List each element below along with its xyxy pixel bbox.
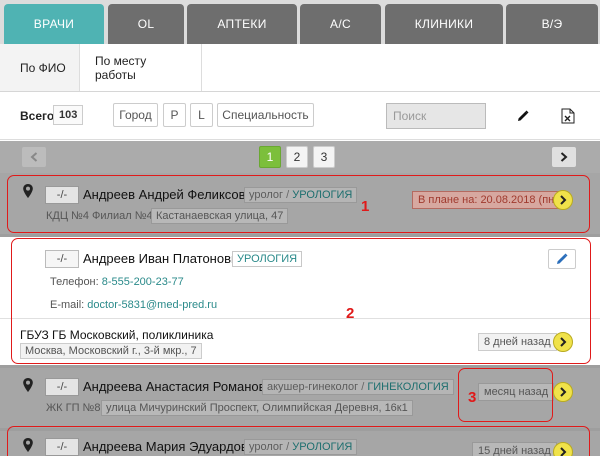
total-label: Всего [20, 109, 55, 123]
search-input[interactable]: Поиск [386, 103, 486, 129]
tab-doctors[interactable]: ВРАЧИ [4, 4, 104, 44]
excel-export-icon[interactable] [558, 104, 578, 128]
top-tabs: ВРАЧИ OL АПТЕКИ А/С КЛИНИКИ В/Э [0, 0, 600, 44]
tab-clinics[interactable]: КЛИНИКИ [385, 4, 503, 44]
sub-tabs: По ФИО По месту работы [0, 44, 600, 92]
p-filter-button[interactable]: P [163, 103, 186, 127]
tab-as[interactable]: А/С [300, 4, 381, 44]
annotation-box-2 [11, 238, 591, 364]
l-filter-button[interactable]: L [190, 103, 213, 127]
tab-by-workplace[interactable]: По месту работы [80, 44, 202, 91]
page-1-button[interactable]: 1 [259, 146, 281, 168]
next-page-button[interactable] [552, 147, 576, 167]
annotation-box-1 [7, 175, 590, 233]
address-chip: улица Мичуринский Проспект, Олимпийская … [101, 400, 413, 416]
open-doctor-button[interactable] [553, 382, 573, 402]
specialty-badge: акушер-гинеколог / ГИНЕКОЛОГИЯ [262, 379, 454, 395]
page-3-button[interactable]: 3 [313, 146, 335, 168]
tab-by-name[interactable]: По ФИО [0, 44, 80, 91]
page-2-button[interactable]: 2 [286, 146, 308, 168]
tab-ol[interactable]: OL [108, 4, 184, 44]
annotation-label-2: 2 [346, 305, 355, 322]
map-pin-icon [23, 378, 33, 392]
clinic-name: ЖК ГП №8 [46, 402, 101, 414]
role-text: акушер-гинеколог [267, 381, 359, 393]
annotation-box-4 [7, 426, 590, 456]
filter-row: Всего 103 Город P L Специальность Поиск [0, 92, 600, 140]
specialty-text: ГИНЕКОЛОГИЯ [367, 381, 449, 393]
chevron-right-icon [560, 387, 567, 397]
tab-pharmacies[interactable]: АПТЕКИ [187, 4, 297, 44]
city-filter-button[interactable]: Город [113, 103, 158, 127]
annotation-label-1: 1 [361, 198, 370, 215]
tab-ve[interactable]: В/Э [506, 4, 598, 44]
pencil-icon[interactable] [513, 104, 533, 128]
pagination-bar: 1 2 3 [0, 141, 600, 173]
specialty-filter-button[interactable]: Специальность [217, 103, 314, 127]
code-chip: -/- [45, 378, 79, 396]
annotation-label-3: 3 [468, 389, 477, 406]
doctor-name: Андреева Анастасия Романовна [83, 379, 280, 394]
prev-page-button[interactable] [22, 147, 46, 167]
total-count: 103 [53, 105, 84, 125]
